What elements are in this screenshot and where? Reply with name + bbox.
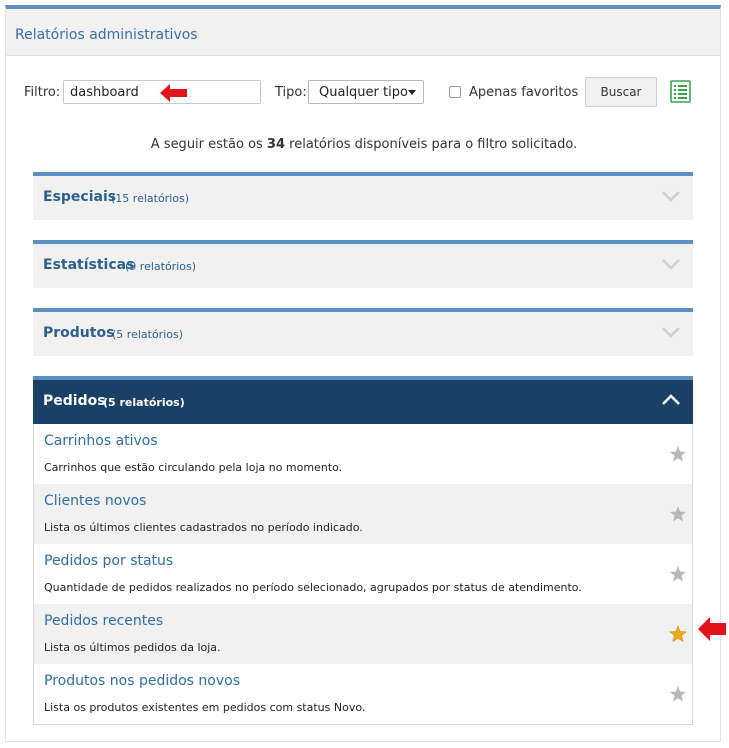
section-count: (15 relatórios) (111, 192, 190, 205)
report-description: Quantidade de pedidos realizados no perí… (44, 581, 582, 594)
summary-suffix: relatórios disponíveis para o filtro sol… (285, 137, 578, 152)
report-row-pedidos-por-status: Pedidos por status Quantidade de pedidos… (34, 544, 692, 604)
report-description: Lista os últimos clientes cadastrados no… (44, 521, 363, 534)
summary-prefix: A seguir estão os (150, 137, 267, 152)
section-estatisticas[interactable]: Estatísticas (9 relatórios) (33, 240, 693, 288)
report-link[interactable]: Carrinhos ativos (44, 433, 158, 449)
report-description: Lista os produtos existentes em pedidos … (44, 701, 366, 714)
section-title: Pedidos (43, 393, 106, 409)
reports-panel: Relatórios administrativos Filtro: Tipo:… (5, 5, 721, 742)
report-list: Carrinhos ativos Carrinhos que estão cir… (33, 424, 693, 725)
filter-label: Filtro: (24, 85, 61, 100)
chevron-down-icon (662, 259, 680, 270)
section-pedidos[interactable]: Pedidos (5 relatórios) (33, 376, 693, 424)
report-row-pedidos-recentes: Pedidos recentes Lista os últimos pedido… (34, 604, 692, 664)
section-title: Estatísticas (43, 257, 135, 273)
chevron-down-icon (662, 191, 680, 202)
star-icon[interactable] (669, 565, 687, 583)
summary-count: 34 (266, 137, 286, 152)
pointer-arrow-icon (698, 617, 726, 641)
results-summary: A seguir estão os 34 relatórios disponív… (6, 137, 722, 152)
chevron-down-icon (662, 327, 680, 338)
pointer-arrow-icon (160, 84, 187, 102)
section-title: Especiais (43, 189, 117, 205)
section-produtos[interactable]: Produtos (5 relatórios) (33, 308, 693, 356)
section-count: (5 relatórios) (112, 328, 184, 341)
chevron-down-icon (408, 90, 416, 95)
star-favorite-icon[interactable] (669, 625, 687, 643)
type-select[interactable]: Qualquer tipo (308, 80, 424, 104)
star-icon[interactable] (669, 685, 687, 703)
star-icon[interactable] (669, 505, 687, 523)
section-especiais[interactable]: Especiais (15 relatórios) (33, 172, 693, 220)
type-label: Tipo: (275, 85, 307, 100)
report-row-clientes-novos: Clientes novos Lista os últimos clientes… (34, 484, 692, 544)
favorites-label[interactable]: Apenas favoritos (469, 85, 578, 100)
section-count: (5 relatórios) (103, 396, 185, 409)
report-description: Lista os últimos pedidos da loja. (44, 641, 221, 654)
section-count: (9 relatórios) (125, 260, 197, 273)
section-title: Produtos (43, 325, 115, 341)
type-select-value: Qualquer tipo (319, 85, 408, 100)
report-row-carrinhos-ativos: Carrinhos ativos Carrinhos que estão cir… (34, 424, 692, 484)
report-link[interactable]: Clientes novos (44, 493, 146, 509)
report-description: Carrinhos que estão circulando pela loja… (44, 461, 343, 474)
list-view-icon[interactable] (670, 80, 691, 103)
page-title: Relatórios administrativos (15, 27, 198, 43)
report-link[interactable]: Pedidos recentes (44, 613, 163, 629)
star-icon[interactable] (669, 445, 687, 463)
report-link[interactable]: Produtos nos pedidos novos (44, 673, 240, 689)
panel-header: Relatórios administrativos (6, 9, 720, 56)
search-button[interactable]: Buscar (585, 77, 657, 107)
report-row-produtos-nos-pedidos-novos: Produtos nos pedidos novos Lista os prod… (34, 664, 692, 724)
chevron-up-icon (662, 394, 680, 405)
report-link[interactable]: Pedidos por status (44, 553, 173, 569)
favorites-checkbox[interactable] (449, 86, 461, 98)
